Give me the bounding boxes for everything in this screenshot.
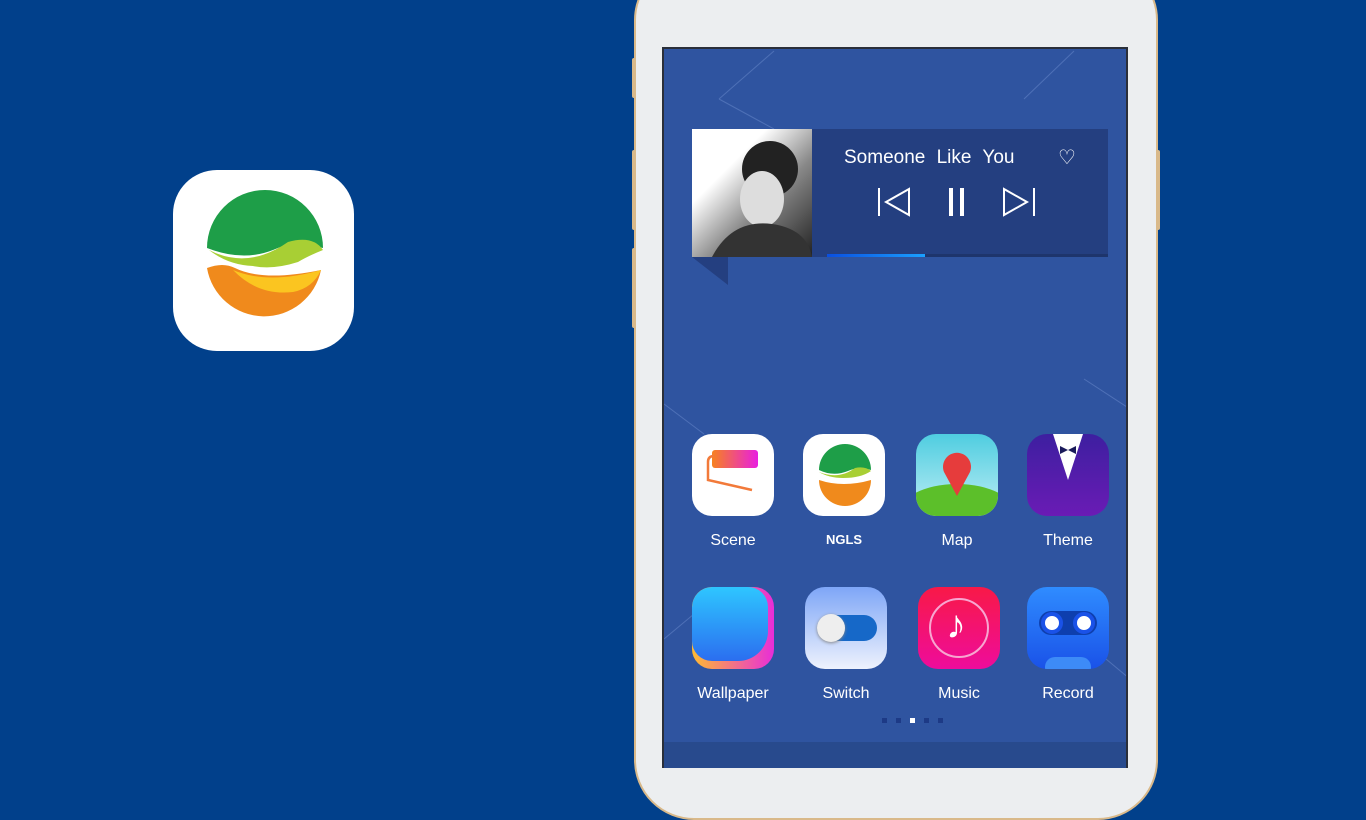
- dock: [664, 742, 1126, 768]
- page-dot-active[interactable]: [910, 718, 915, 723]
- app-label: Switch: [822, 685, 870, 702]
- page-dot[interactable]: [938, 718, 943, 723]
- tuxedo-icon: [1027, 434, 1109, 516]
- app-switch[interactable]: Switch: [805, 587, 887, 703]
- page-dot[interactable]: [896, 718, 901, 723]
- app-label: Record: [1042, 685, 1094, 702]
- song-title: Someone Like You: [844, 147, 1015, 168]
- widget-fold: [692, 257, 728, 285]
- page-dot[interactable]: [882, 718, 887, 723]
- heart-icon[interactable]: ♡: [1058, 145, 1076, 170]
- skip-next-icon[interactable]: [1002, 187, 1036, 225]
- app-ngls[interactable]: NGLS: [803, 434, 885, 547]
- scene-icon: [692, 434, 774, 516]
- progress-fill: [827, 254, 926, 257]
- app-label: Theme: [1043, 532, 1093, 549]
- app-wallpaper[interactable]: Wallpaper: [692, 587, 774, 703]
- power-button: [1156, 150, 1160, 230]
- music-widget: Someone Like You ♡: [692, 129, 1108, 285]
- app-label: Wallpaper: [697, 685, 769, 702]
- app-map[interactable]: Map: [916, 434, 998, 550]
- app-scene[interactable]: Scene: [692, 434, 774, 550]
- album-art-image: [692, 129, 812, 257]
- page-dot[interactable]: [924, 718, 929, 723]
- skip-previous-icon[interactable]: [877, 187, 911, 225]
- app-label: NGLS: [825, 532, 863, 547]
- toggle-icon: [805, 587, 887, 669]
- phone-screen: Someone Like You ♡ Scene NGLS Map Theme Wall…: [662, 47, 1128, 768]
- app-label: Scene: [710, 532, 756, 549]
- progress-bar[interactable]: [827, 254, 1108, 257]
- ngls-logo-icon: [173, 170, 354, 351]
- volume-up-button: [632, 150, 636, 230]
- cassette-icon: [1027, 587, 1109, 669]
- pause-icon[interactable]: [947, 187, 967, 225]
- app-record[interactable]: Record: [1027, 587, 1109, 703]
- map-pin-icon: [916, 434, 998, 516]
- music-note-icon: ♪: [918, 587, 1000, 669]
- wallpaper-icon: [692, 587, 774, 669]
- app-label: Music: [938, 685, 980, 702]
- app-theme[interactable]: Theme: [1027, 434, 1109, 550]
- volume-down-button: [632, 248, 636, 328]
- app-label: Map: [941, 532, 973, 549]
- ngls-icon: [803, 434, 885, 516]
- app-music[interactable]: ♪ Music: [918, 587, 1000, 703]
- phone-side-button: [632, 58, 636, 98]
